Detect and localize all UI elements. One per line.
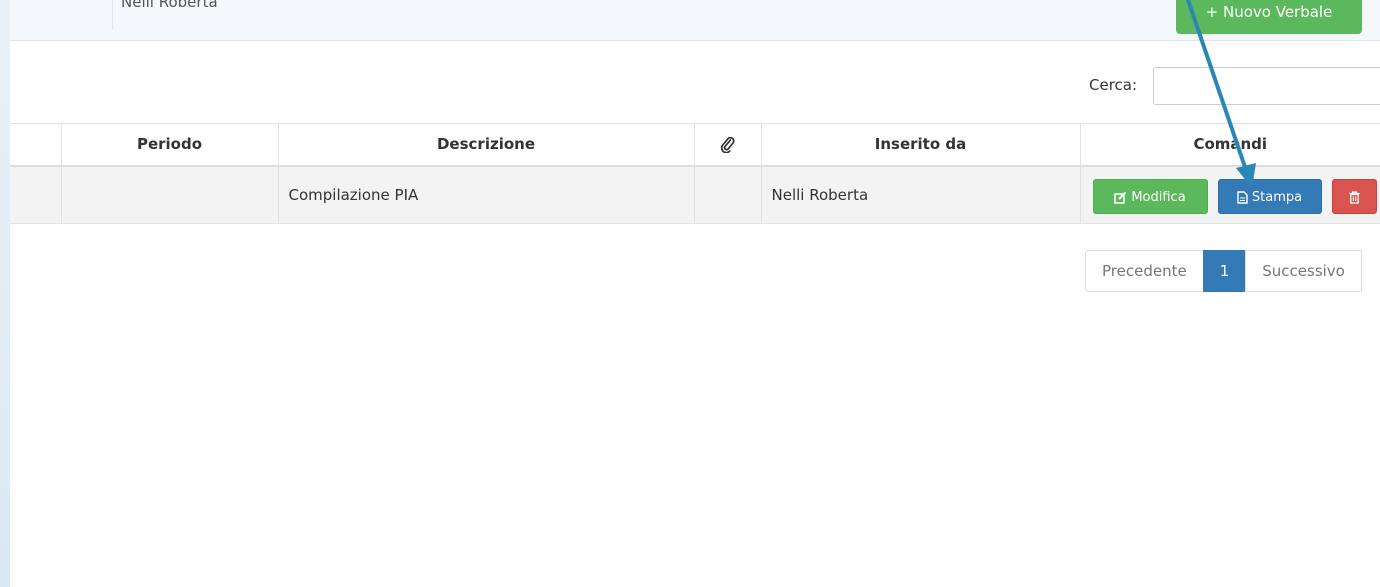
next-page-button[interactable]: Successivo [1245, 250, 1362, 292]
edit-button-label: Modifica [1131, 189, 1186, 205]
page-left-edge [0, 0, 10, 587]
table-row: Compilazione PIA Nelli Roberta Modifica … [10, 165, 1380, 224]
pagination: Precedente 1 Successivo [1085, 250, 1362, 292]
current-page-button[interactable]: 1 [1202, 250, 1247, 292]
periodo-cell [61, 165, 279, 224]
column-header-periodo[interactable]: Periodo [61, 123, 279, 167]
inserito-da-cell: Nelli Roberta [761, 165, 1081, 224]
column-header-descrizione[interactable]: Descrizione [278, 123, 695, 167]
print-button-label: Stampa [1251, 189, 1303, 205]
records-table: Periodo Descrizione Inserito da Comandi … [10, 123, 1380, 224]
allegato-cell [694, 165, 762, 224]
previous-table-row: Nelli Roberta [10, 0, 1380, 41]
row-index-cell [10, 165, 62, 224]
trash-icon [1349, 190, 1359, 204]
delete-button[interactable] [1331, 178, 1377, 214]
edit-button[interactable]: Modifica [1092, 178, 1208, 214]
column-header-allegato[interactable] [694, 123, 762, 167]
paperclip-icon [720, 136, 734, 153]
search-label: Cerca: [1089, 76, 1138, 94]
print-button[interactable]: Stampa [1217, 178, 1322, 214]
column-header-comandi: Comandi [1080, 123, 1380, 167]
file-icon [1237, 190, 1248, 204]
column-header-index[interactable] [10, 123, 62, 167]
search-input[interactable] [1153, 67, 1380, 105]
table-header-row: Periodo Descrizione Inserito da Comandi [10, 123, 1380, 167]
previous-page-button[interactable]: Precedente [1085, 250, 1204, 292]
previous-row-value: Nelli Roberta [112, 0, 218, 30]
column-header-inserito-da[interactable]: Inserito da [761, 123, 1081, 167]
new-verbale-button[interactable]: + Nuovo Verbale [1176, 0, 1362, 34]
descrizione-cell: Compilazione PIA [278, 165, 695, 224]
commands-cell: Modifica Stampa [1080, 165, 1380, 224]
edit-icon [1114, 191, 1127, 204]
